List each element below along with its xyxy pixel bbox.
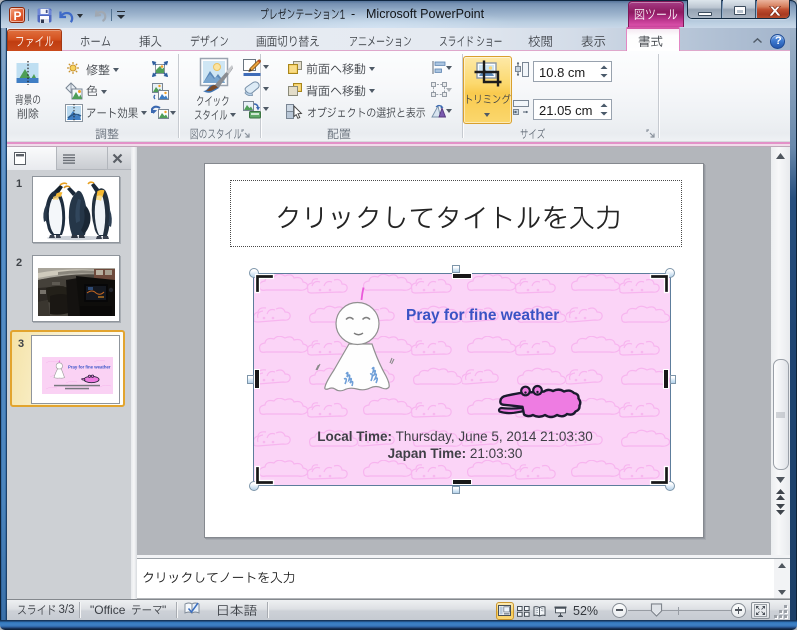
svg-text:Pray for fine weather: Pray for fine weather <box>68 364 111 369</box>
